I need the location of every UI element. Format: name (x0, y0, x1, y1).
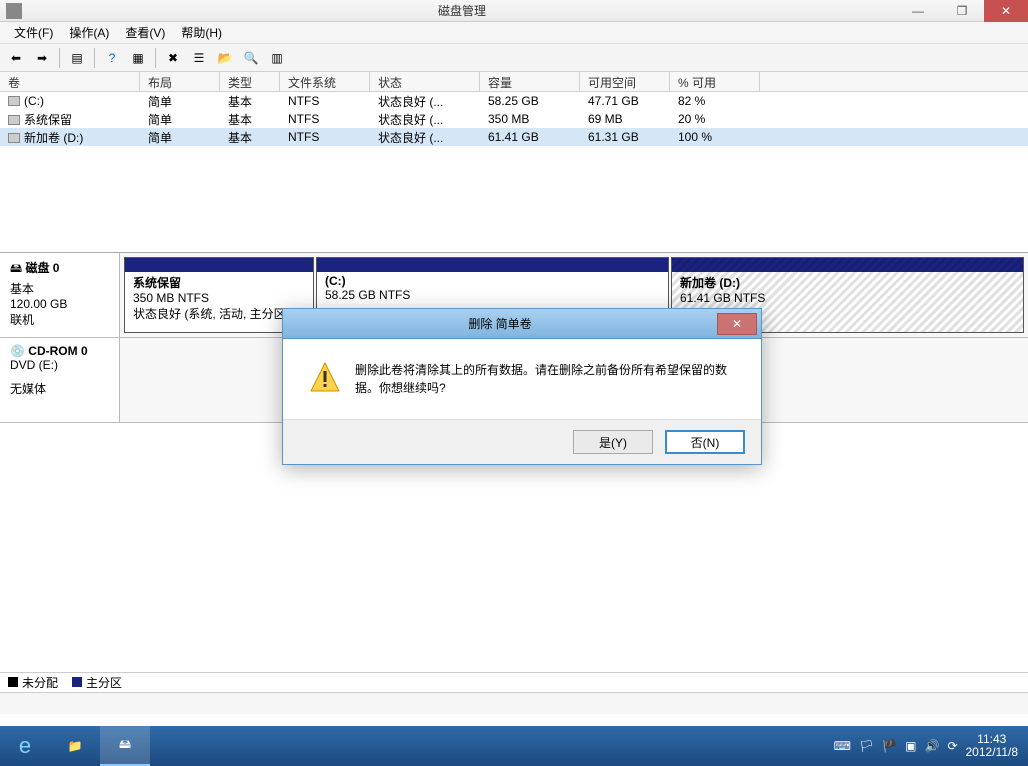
volume-row[interactable]: 系统保留 简单 基本 NTFS 状态良好 (... 350 MB 69 MB 2… (0, 110, 1028, 128)
delete-volume-dialog: 删除 简单卷 ✕ 删除此卷将清除其上的所有数据。请在删除之前备份所有希望保留的数… (282, 308, 762, 465)
keyboard-icon[interactable]: ⌨ (834, 739, 851, 753)
dialog-title: 删除 简单卷 (283, 315, 717, 332)
rescan-button[interactable]: 🔍 (239, 46, 263, 70)
dialog-no-button[interactable]: 否(N) (665, 430, 745, 454)
drive-icon (8, 133, 20, 143)
list-button[interactable]: ▥ (265, 46, 289, 70)
col-fs[interactable]: 文件系统 (280, 72, 370, 91)
delete-button[interactable]: ✖ (161, 46, 185, 70)
legend-swatch-primary (72, 677, 82, 687)
drive-icon (8, 96, 20, 106)
separator (155, 48, 156, 68)
cdrom-info[interactable]: 💿 CD-ROM 0 DVD (E:) 无媒体 (0, 338, 120, 422)
menu-help[interactable]: 帮助(H) (173, 22, 230, 43)
tray-action-icon[interactable]: 🏴 (882, 739, 897, 753)
legend: 未分配 主分区 (0, 672, 1028, 692)
open-button[interactable]: 📂 (213, 46, 237, 70)
vol-name: 系统保留 (24, 113, 72, 127)
dialog-close-button[interactable]: ✕ (717, 313, 757, 335)
window-title: 磁盘管理 (28, 2, 896, 19)
vol-name: 新加卷 (D:) (24, 131, 83, 145)
taskbar[interactable]: e 📁 🖴 ⌨ 🏳 🏴 ▣ 🔊 ⟳ 11:43 2012/11/8 (0, 726, 1028, 766)
system-tray[interactable]: ⌨ 🏳 🏴 ▣ 🔊 ⟳ 11:43 2012/11/8 (824, 733, 1028, 759)
col-free[interactable]: 可用空间 (580, 72, 670, 91)
drive-icon (8, 115, 20, 125)
volume-row-selected[interactable]: 新加卷 (D:) 简单 基本 NTFS 状态良好 (... 61.41 GB 6… (0, 128, 1028, 146)
clock[interactable]: 11:43 2012/11/8 (966, 733, 1019, 759)
col-pct[interactable]: % 可用 (670, 72, 760, 91)
properties-button[interactable]: ☰ (187, 46, 211, 70)
col-layout[interactable]: 布局 (140, 72, 220, 91)
warning-icon (309, 361, 341, 393)
maximize-button[interactable]: ❐ (940, 0, 984, 22)
cdrom-label: CD-ROM 0 (28, 344, 87, 358)
menu-action[interactable]: 操作(A) (61, 22, 117, 43)
menu-view[interactable]: 查看(V) (117, 22, 173, 43)
view-list-button[interactable]: ▤ (65, 46, 89, 70)
back-button[interactable]: ⬅ (4, 46, 28, 70)
col-status[interactable]: 状态 (370, 72, 480, 91)
volume-icon[interactable]: 🔊 (924, 739, 939, 753)
separator (94, 48, 95, 68)
dialog-message: 删除此卷将清除其上的所有数据。请在删除之前备份所有希望保留的数据。你想继续吗? (355, 361, 735, 397)
menu-bar: 文件(F) 操作(A) 查看(V) 帮助(H) (0, 22, 1028, 44)
dialog-titlebar[interactable]: 删除 简单卷 ✕ (283, 309, 761, 339)
title-bar: 磁盘管理 — ❐ ✕ (0, 0, 1028, 22)
status-bar (0, 692, 1028, 714)
app-icon (6, 3, 22, 19)
close-button[interactable]: ✕ (984, 0, 1028, 22)
disk-label: 磁盘 0 (25, 261, 59, 275)
taskbar-diskmgmt-icon[interactable]: 🖴 (100, 726, 150, 766)
refresh-button[interactable]: ▦ (126, 46, 150, 70)
separator (59, 48, 60, 68)
minimize-button[interactable]: — (896, 0, 940, 22)
tray-flag-icon[interactable]: 🏳 (859, 739, 874, 753)
sync-icon[interactable]: ⟳ (947, 739, 957, 753)
menu-file[interactable]: 文件(F) (6, 22, 61, 43)
taskbar-ie-icon[interactable]: e (0, 726, 50, 766)
dialog-yes-button[interactable]: 是(Y) (573, 430, 653, 454)
help-button[interactable]: ? (100, 46, 124, 70)
forward-button[interactable]: ➡ (30, 46, 54, 70)
legend-swatch-unallocated (8, 677, 18, 687)
toolbar: ⬅ ➡ ▤ ? ▦ ✖ ☰ 📂 🔍 ▥ (0, 44, 1028, 72)
taskbar-explorer-icon[interactable]: 📁 (50, 726, 100, 766)
col-type[interactable]: 类型 (220, 72, 280, 91)
col-capacity[interactable]: 容量 (480, 72, 580, 91)
volume-row[interactable]: (C:) 简单 基本 NTFS 状态良好 (... 58.25 GB 47.71… (0, 92, 1028, 110)
col-volume[interactable]: 卷 (0, 72, 140, 91)
column-headers[interactable]: 卷 布局 类型 文件系统 状态 容量 可用空间 % 可用 (0, 72, 1028, 92)
vol-name: (C:) (24, 94, 44, 108)
disk-info[interactable]: 🖴 磁盘 0 基本 120.00 GB 联机 (0, 253, 120, 337)
volume-list[interactable]: 卷 布局 类型 文件系统 状态 容量 可用空间 % 可用 (C:) 简单 基本 … (0, 72, 1028, 252)
network-icon[interactable]: ▣ (905, 739, 916, 753)
